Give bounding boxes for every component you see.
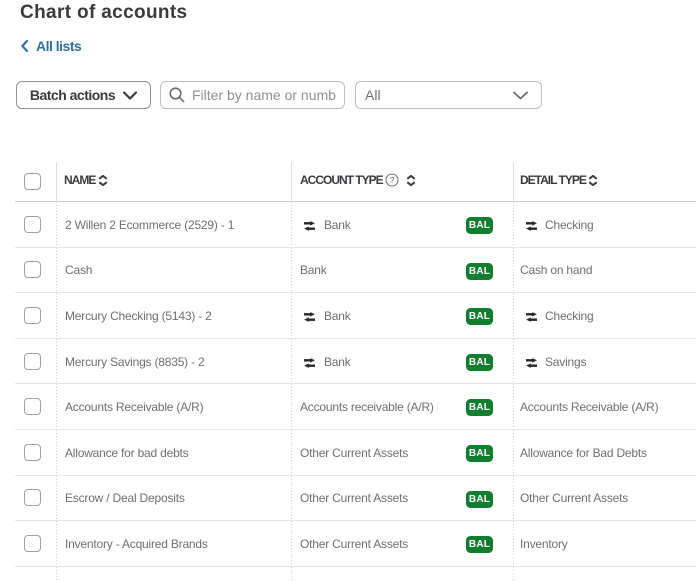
svg-text:?: ?: [390, 176, 395, 185]
